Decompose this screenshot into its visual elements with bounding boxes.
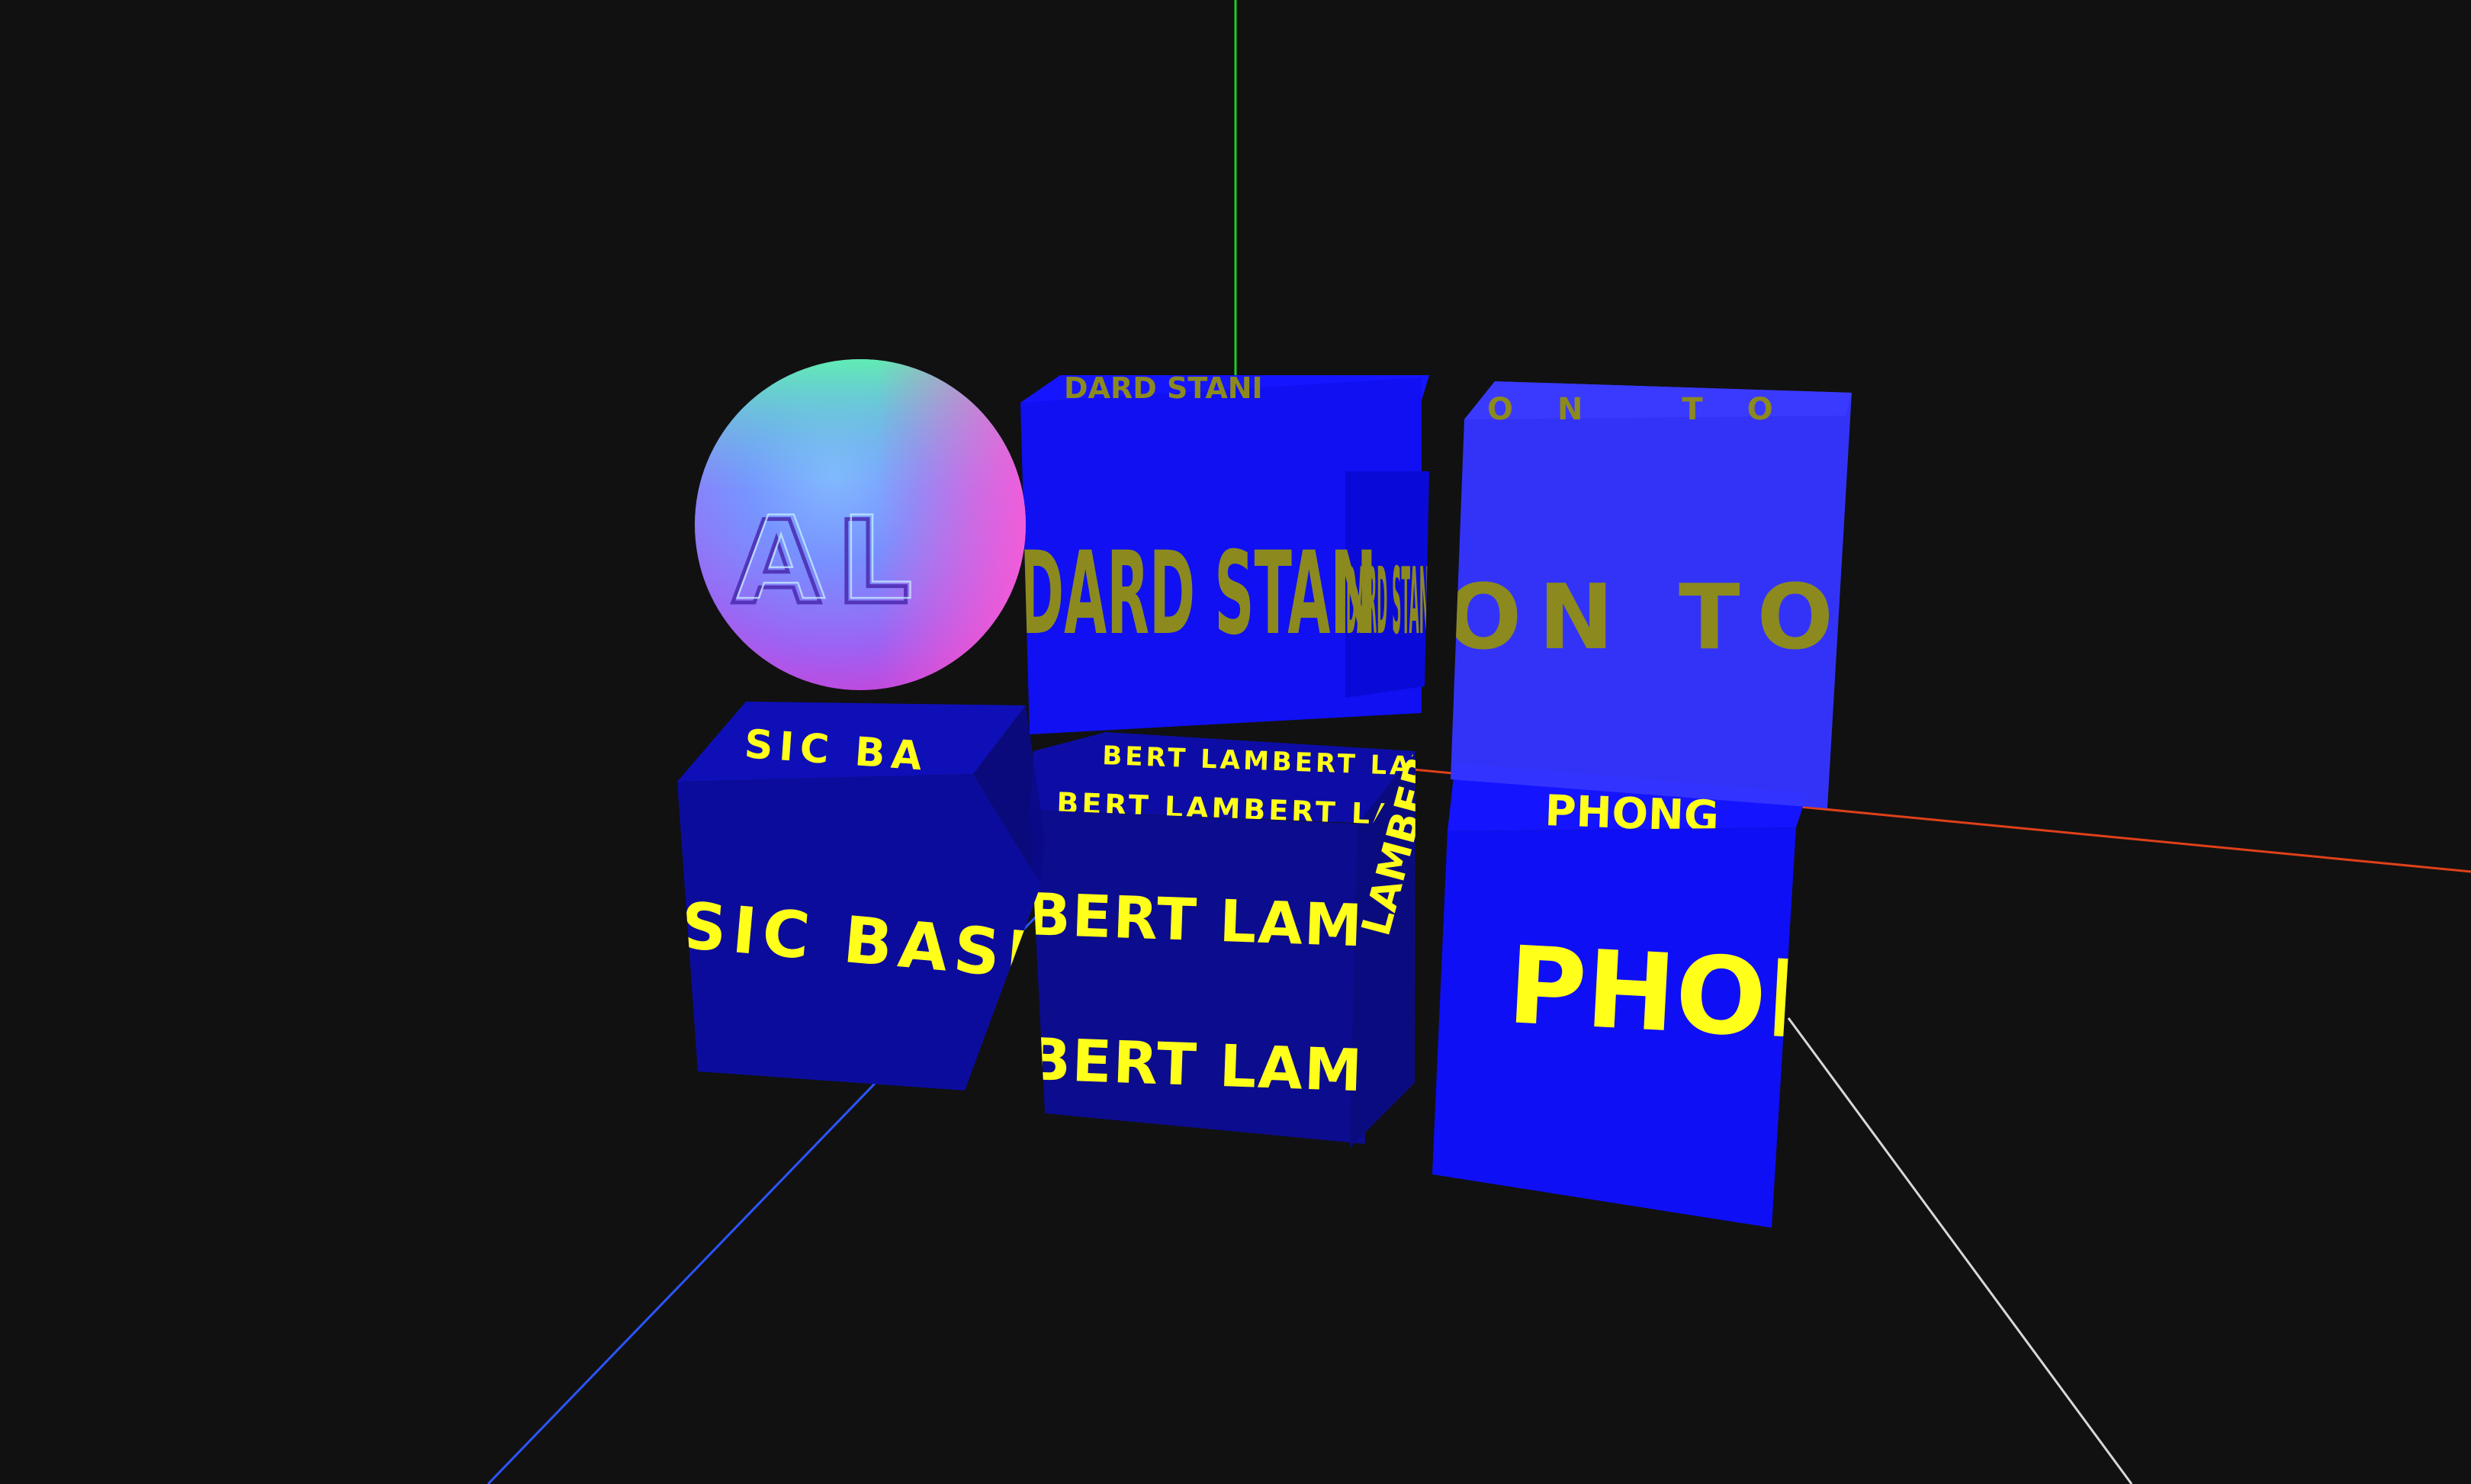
standard-front-text: DARD STAN — [1018, 528, 1377, 660]
standard-side-text: DARD STAN — [1346, 549, 1430, 655]
sphere-embossed-text-highlight: AL — [737, 493, 929, 625]
axis-extra-line — [1787, 1017, 2133, 1484]
3d-viewport[interactable]: BERT LAMBERT LAMI BERT LAMBERT LAMI BERT… — [0, 0, 2471, 1484]
standard-top-text: DARD STANI — [1064, 371, 1263, 405]
basic-cube[interactable]: SIC BA SIC BASIC — [677, 702, 1092, 1091]
scene-canvas[interactable]: BERT LAMBERT LAMI BERT LAMBERT LAMI BERT… — [0, 0, 2471, 1484]
phong-front-text: PHONG — [1505, 923, 1946, 1071]
toon-cube[interactable]: ON TO ON TO — [1445, 381, 1852, 808]
standard-cube[interactable]: DARD STANI DARD STAN DARD STAN — [1018, 371, 1430, 734]
toon-top-text: ON TO — [1487, 392, 1817, 427]
phong-cube[interactable]: PHONG PHONG — [1432, 763, 1946, 1228]
toon-front-text: ON TO — [1445, 564, 1850, 670]
normal-sphere[interactable]: AL AL — [695, 359, 1026, 690]
